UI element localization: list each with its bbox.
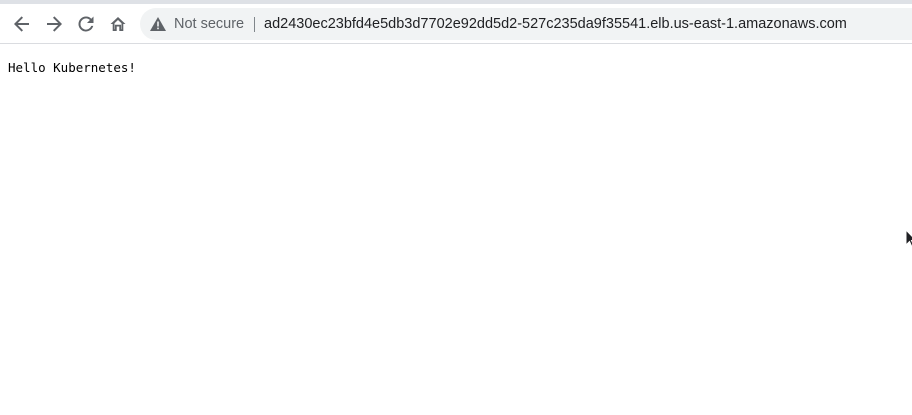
reload-button[interactable] xyxy=(70,8,102,40)
url-text[interactable]: ad2430ec23bfd4e5db3d7702e92dd5d2-527c235… xyxy=(264,8,847,40)
arrow-left-icon xyxy=(14,16,29,32)
warning-triangle-icon[interactable] xyxy=(150,17,166,31)
home-icon xyxy=(110,17,126,31)
page-body-text: Hello Kubernetes! xyxy=(8,60,136,75)
reload-icon xyxy=(78,16,94,32)
forward-button[interactable] xyxy=(38,8,70,40)
mouse-cursor-icon xyxy=(905,229,912,248)
home-button[interactable] xyxy=(102,8,134,40)
address-divider xyxy=(254,17,255,32)
address-bar[interactable]: Not secure ad2430ec23bfd4e5db3d7702e92dd… xyxy=(140,8,912,40)
security-status-label[interactable]: Not secure xyxy=(174,8,244,40)
browser-toolbar: Not secure ad2430ec23bfd4e5db3d7702e92dd… xyxy=(0,4,912,44)
arrow-right-icon xyxy=(47,16,62,32)
back-button[interactable] xyxy=(6,8,38,40)
